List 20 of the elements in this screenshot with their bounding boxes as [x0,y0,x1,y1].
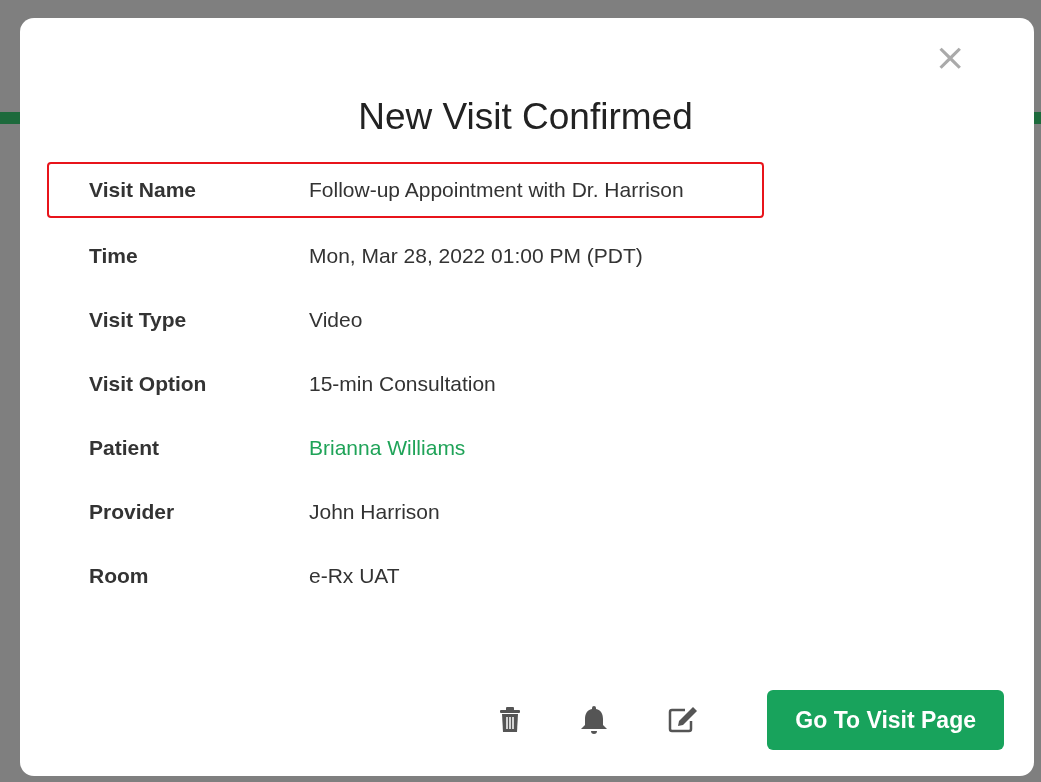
field-label: Patient [89,436,160,460]
field-value: Video [309,308,363,332]
field-value: 15-min Consultation [309,372,496,396]
trash-icon[interactable] [499,707,522,733]
field-value: e-Rx UAT [309,564,400,588]
field-label: Visit Type [89,308,188,332]
field-label: Visit Option [89,372,208,396]
patient-link[interactable]: Brianna Williams [309,436,466,460]
bell-icon[interactable] [579,705,610,735]
field-label: Room [89,564,150,588]
field-label: Visit Name [89,178,197,202]
field-value: Follow-up Appointment with Dr. Harrison [309,178,684,202]
field-label: Provider [89,500,176,524]
field-label: Time [89,244,139,268]
edit-icon[interactable] [667,706,700,734]
dialog-title: New Visit Confirmed [357,96,694,138]
close-button[interactable]: × [934,38,1004,76]
go-to-visit-page-button[interactable]: Go To Visit Page [767,690,1004,750]
field-value: John Harrison [309,500,440,524]
field-value: Mon, Mar 28, 2022 01:00 PM (PDT) [309,244,643,268]
